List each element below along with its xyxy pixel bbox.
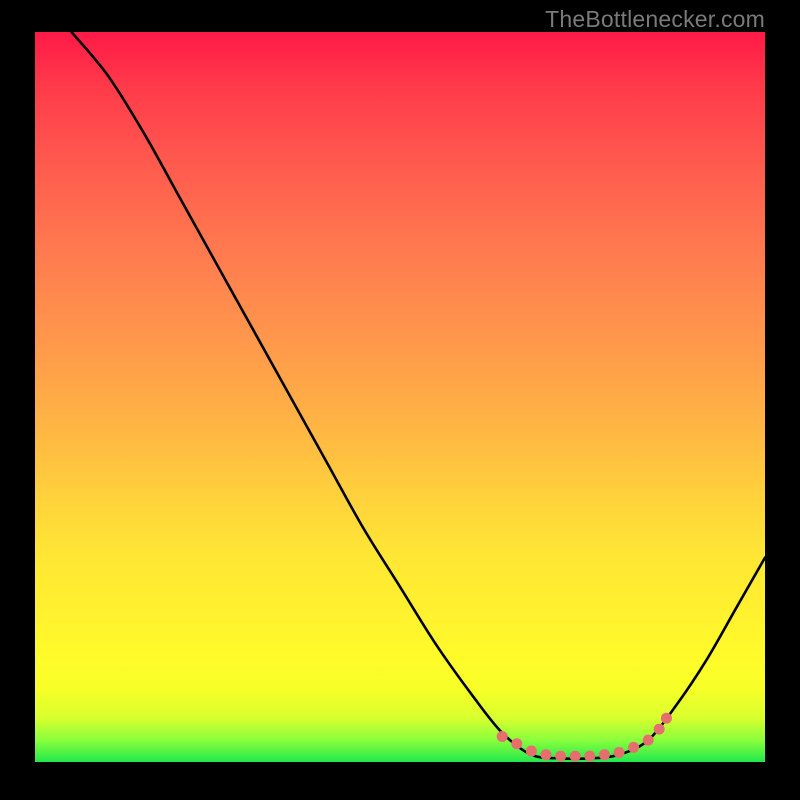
optimal-range-markers: [497, 713, 672, 762]
bottleneck-curve: [72, 32, 766, 759]
optimal-marker: [497, 731, 508, 742]
optimal-marker: [570, 751, 581, 762]
optimal-marker: [614, 747, 625, 758]
optimal-marker: [511, 738, 522, 749]
optimal-marker: [584, 751, 595, 762]
chart-overlay: [35, 32, 765, 762]
optimal-marker: [628, 742, 639, 753]
chart-frame: TheBottlenecker.com: [0, 0, 800, 800]
optimal-marker: [643, 735, 654, 746]
optimal-marker: [654, 724, 665, 735]
optimal-marker: [526, 746, 537, 757]
attribution-text: TheBottlenecker.com: [545, 6, 765, 33]
optimal-marker: [599, 749, 610, 760]
optimal-marker: [661, 713, 672, 724]
optimal-marker: [555, 751, 566, 762]
optimal-marker: [541, 749, 552, 760]
